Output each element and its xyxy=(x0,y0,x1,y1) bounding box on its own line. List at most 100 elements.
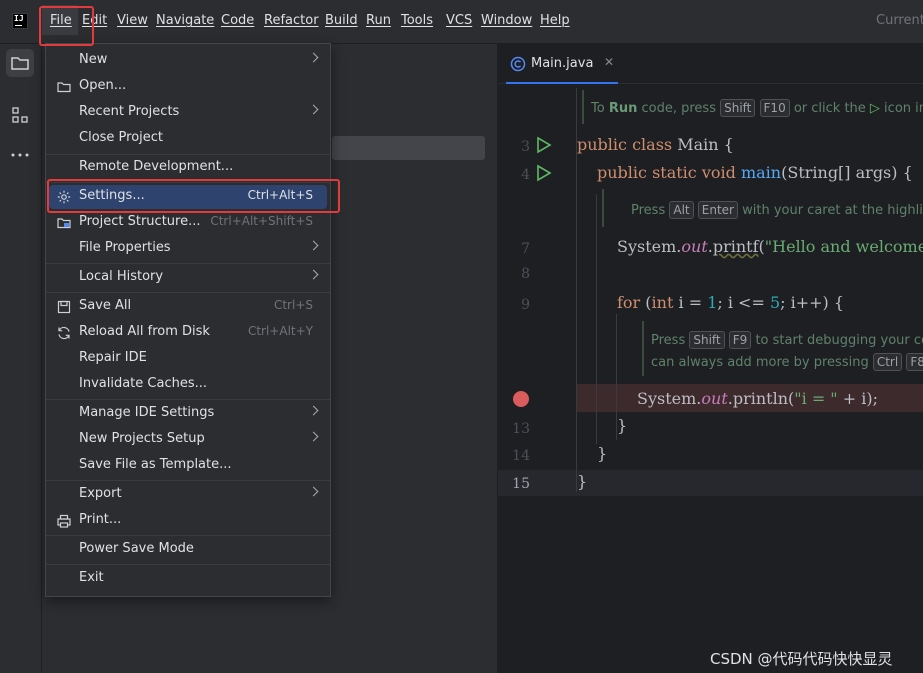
menu-separator xyxy=(46,399,330,400)
menu-tools[interactable]: Tools xyxy=(401,13,433,28)
file-menu-highlight-box xyxy=(39,6,94,46)
menu-separator xyxy=(46,480,330,481)
menu-item-local-history[interactable]: Local History xyxy=(49,266,327,290)
project-tool-button[interactable] xyxy=(6,49,34,77)
chevron-right-icon xyxy=(308,52,319,63)
menu-help[interactable]: Help xyxy=(540,13,570,28)
inline-hint-run: To Run code, press Shift F10 or click th… xyxy=(591,99,923,117)
folder-icon xyxy=(11,57,29,70)
menu-item-invalidate-caches[interactable]: Invalidate Caches... xyxy=(49,373,327,397)
menu-window[interactable]: Window xyxy=(481,13,532,28)
code-line: } xyxy=(577,472,588,491)
code-line: public static void main(String[] args) { xyxy=(597,163,913,182)
menu-item-save-all[interactable]: Save All Ctrl+S xyxy=(49,295,327,319)
run-gutter-icon[interactable] xyxy=(536,136,552,154)
menu-code[interactable]: Code xyxy=(221,13,254,28)
chevron-right-icon xyxy=(308,405,319,416)
menu-item-remote-development[interactable]: Remote Development... xyxy=(49,156,327,180)
menu-separator xyxy=(46,263,330,264)
project-structure-icon xyxy=(57,218,71,229)
settings-highlight-box xyxy=(47,179,340,213)
run-gutter-icon[interactable] xyxy=(536,164,552,182)
file-dropdown-menu: New Open... Recent Projects Close Projec… xyxy=(45,43,331,597)
menu-item-label: Save File as Template... xyxy=(79,457,232,472)
chevron-right-icon xyxy=(308,240,319,251)
menu-item-new-projects-setup[interactable]: New Projects Setup xyxy=(49,428,327,452)
left-toolbar xyxy=(0,44,42,673)
menu-item-label: Repair IDE xyxy=(79,350,147,365)
more-horizontal-icon xyxy=(11,153,29,157)
menu-item-recent-projects[interactable]: Recent Projects xyxy=(49,101,327,125)
line-number: 7 xyxy=(521,241,530,257)
menu-item-repair-ide[interactable]: Repair IDE xyxy=(49,347,327,371)
menu-separator xyxy=(46,564,330,565)
line-number: 9 xyxy=(521,297,530,313)
menu-item-label: File Properties xyxy=(79,240,171,255)
code-line: } xyxy=(597,444,608,463)
structure-icon xyxy=(12,107,28,123)
menu-item-power-save-mode[interactable]: Power Save Mode xyxy=(49,538,327,562)
code-line: public class Main { xyxy=(577,135,734,154)
menu-navigate[interactable]: Navigate xyxy=(156,13,214,28)
code-editor[interactable]: Main.java ✕ 3 4 7 8 9 13 14 15 To Run co… xyxy=(498,44,923,673)
java-class-icon xyxy=(510,56,526,72)
menu-vcs[interactable]: VCS xyxy=(446,13,472,28)
menu-item-label: Local History xyxy=(79,269,164,284)
menu-item-export[interactable]: Export xyxy=(49,483,327,507)
menu-item-project-structure[interactable]: Project Structure... Ctrl+Alt+Shift+S xyxy=(49,211,327,235)
line-number: 15 xyxy=(512,476,530,492)
current-file-widget[interactable]: Current xyxy=(876,13,923,28)
menu-item-reload-all[interactable]: Reload All from Disk Ctrl+Alt+Y xyxy=(49,321,327,345)
menu-separator xyxy=(46,154,330,155)
menu-item-label: Save All xyxy=(79,298,132,313)
editor-tab-bar: Main.java ✕ xyxy=(498,44,923,84)
code-line: for (int i = 1; i <= 5; i++) { xyxy=(617,293,845,312)
menu-item-label: Open... xyxy=(79,78,127,93)
breakpoint-icon[interactable] xyxy=(513,391,529,407)
more-tools-button[interactable] xyxy=(6,141,34,169)
menu-item-label: Manage IDE Settings xyxy=(79,405,215,420)
menu-build[interactable]: Build xyxy=(325,13,358,28)
menu-item-label: Project Structure... xyxy=(79,214,201,229)
menu-item-label: Power Save Mode xyxy=(79,541,194,556)
tab-main-java[interactable]: Main.java ✕ xyxy=(506,52,618,84)
chevron-right-icon xyxy=(308,486,319,497)
menu-item-shortcut: Ctrl+Alt+Y xyxy=(247,324,313,338)
line-number: 3 xyxy=(521,139,530,155)
menu-refactor[interactable]: Refactor xyxy=(264,13,319,28)
save-icon xyxy=(57,300,71,314)
menu-item-label: Close Project xyxy=(79,130,164,145)
hint-bar xyxy=(642,321,644,376)
menu-item-manage-ide-settings[interactable]: Manage IDE Settings xyxy=(49,402,327,426)
chevron-right-icon xyxy=(308,104,319,115)
menu-item-open[interactable]: Open... xyxy=(49,75,327,99)
menu-item-new[interactable]: New xyxy=(49,49,327,73)
menu-item-shortcut: Ctrl+Alt+Shift+S xyxy=(210,214,313,228)
menu-item-label: Exit xyxy=(79,570,104,585)
menu-item-close-project[interactable]: Close Project xyxy=(49,127,327,151)
intellij-logo-icon[interactable]: IJ xyxy=(12,13,28,29)
menu-item-exit[interactable]: Exit xyxy=(49,567,327,591)
run-play-icon: ▷ xyxy=(869,101,880,116)
close-icon[interactable]: ✕ xyxy=(604,55,614,69)
menu-item-label: Export xyxy=(79,486,122,501)
menu-item-label: Print... xyxy=(79,512,122,527)
inline-hint-debug: Press Shift F9 to start debugging your c… xyxy=(651,331,923,349)
line-number: 13 xyxy=(512,421,530,437)
menu-item-save-file-as-template[interactable]: Save File as Template... xyxy=(49,454,327,478)
menu-item-label: Recent Projects xyxy=(79,104,180,119)
structure-tool-button[interactable] xyxy=(6,101,34,129)
code-line: System.out.println("i = " + i); xyxy=(637,389,878,408)
main-menu-bar: IJ File Edit View Navigate Code Refactor… xyxy=(0,0,923,44)
menu-run[interactable]: Run xyxy=(366,13,391,28)
chevron-right-icon xyxy=(308,431,319,442)
project-tree-selected-row[interactable] xyxy=(332,136,485,160)
menu-item-label: Reload All from Disk xyxy=(79,324,210,339)
menu-view[interactable]: View xyxy=(117,13,148,28)
menu-item-print[interactable]: Print... xyxy=(49,509,327,533)
print-icon xyxy=(57,514,71,528)
tab-label: Main.java xyxy=(531,56,594,71)
code-line: } xyxy=(617,416,628,435)
inline-hint-breakpoint: can always add more by pressing Ctrl F8. xyxy=(651,353,923,371)
menu-item-file-properties[interactable]: File Properties xyxy=(49,237,327,261)
